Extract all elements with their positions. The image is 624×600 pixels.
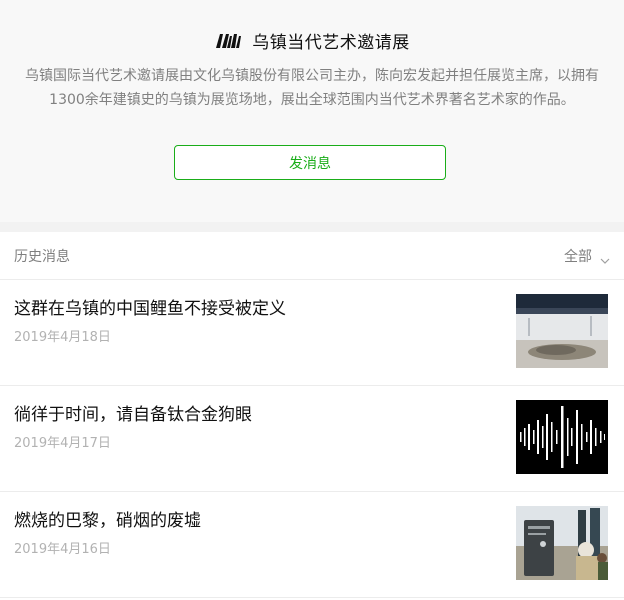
history-header: 历史消息 全部 [0,232,624,280]
history-filter-dropdown[interactable]: 全部 [564,246,610,266]
account-name: 乌镇当代艺术邀请展 [252,33,410,53]
history-label: 历史消息 [14,248,70,265]
account-logo-icon [214,31,242,51]
account-title-row: 乌镇当代艺术邀请展 [0,28,624,53]
article-title: 这群在乌镇的中国鲤鱼不接受被定义 [14,299,286,319]
article-thumbnail-image [516,294,608,368]
send-message-button[interactable]: 发消息 [174,145,446,180]
article-item[interactable]: 徜徉于时间，请自备钛合金狗眼 2019年4月17日 [0,386,624,492]
account-profile-header: 乌镇当代艺术邀请展 乌镇国际当代艺术邀请展由文化乌镇股份有限公司主办，陈向宏发起… [0,0,624,222]
history-filter-label: 全部 [564,248,592,265]
article-date: 2019年4月16日 [14,542,111,557]
article-item[interactable]: 燃烧的巴黎，硝烟的废墟 2019年4月16日 [0,492,624,598]
article-date: 2019年4月17日 [14,436,111,451]
account-description: 乌镇国际当代艺术邀请展由文化乌镇股份有限公司主办，陈向宏发起并担任展览主席，以拥… [25,68,599,108]
article-thumbnail-image [516,506,608,580]
article-item[interactable]: 这群在乌镇的中国鲤鱼不接受被定义 2019年4月18日 [0,280,624,386]
article-date: 2019年4月18日 [14,330,111,345]
article-title: 徜徉于时间，请自备钛合金狗眼 [14,405,252,425]
article-thumbnail-image [516,400,608,474]
article-title: 燃烧的巴黎，硝烟的废墟 [14,511,201,531]
chevron-down-icon [600,251,610,264]
section-divider [0,222,624,232]
